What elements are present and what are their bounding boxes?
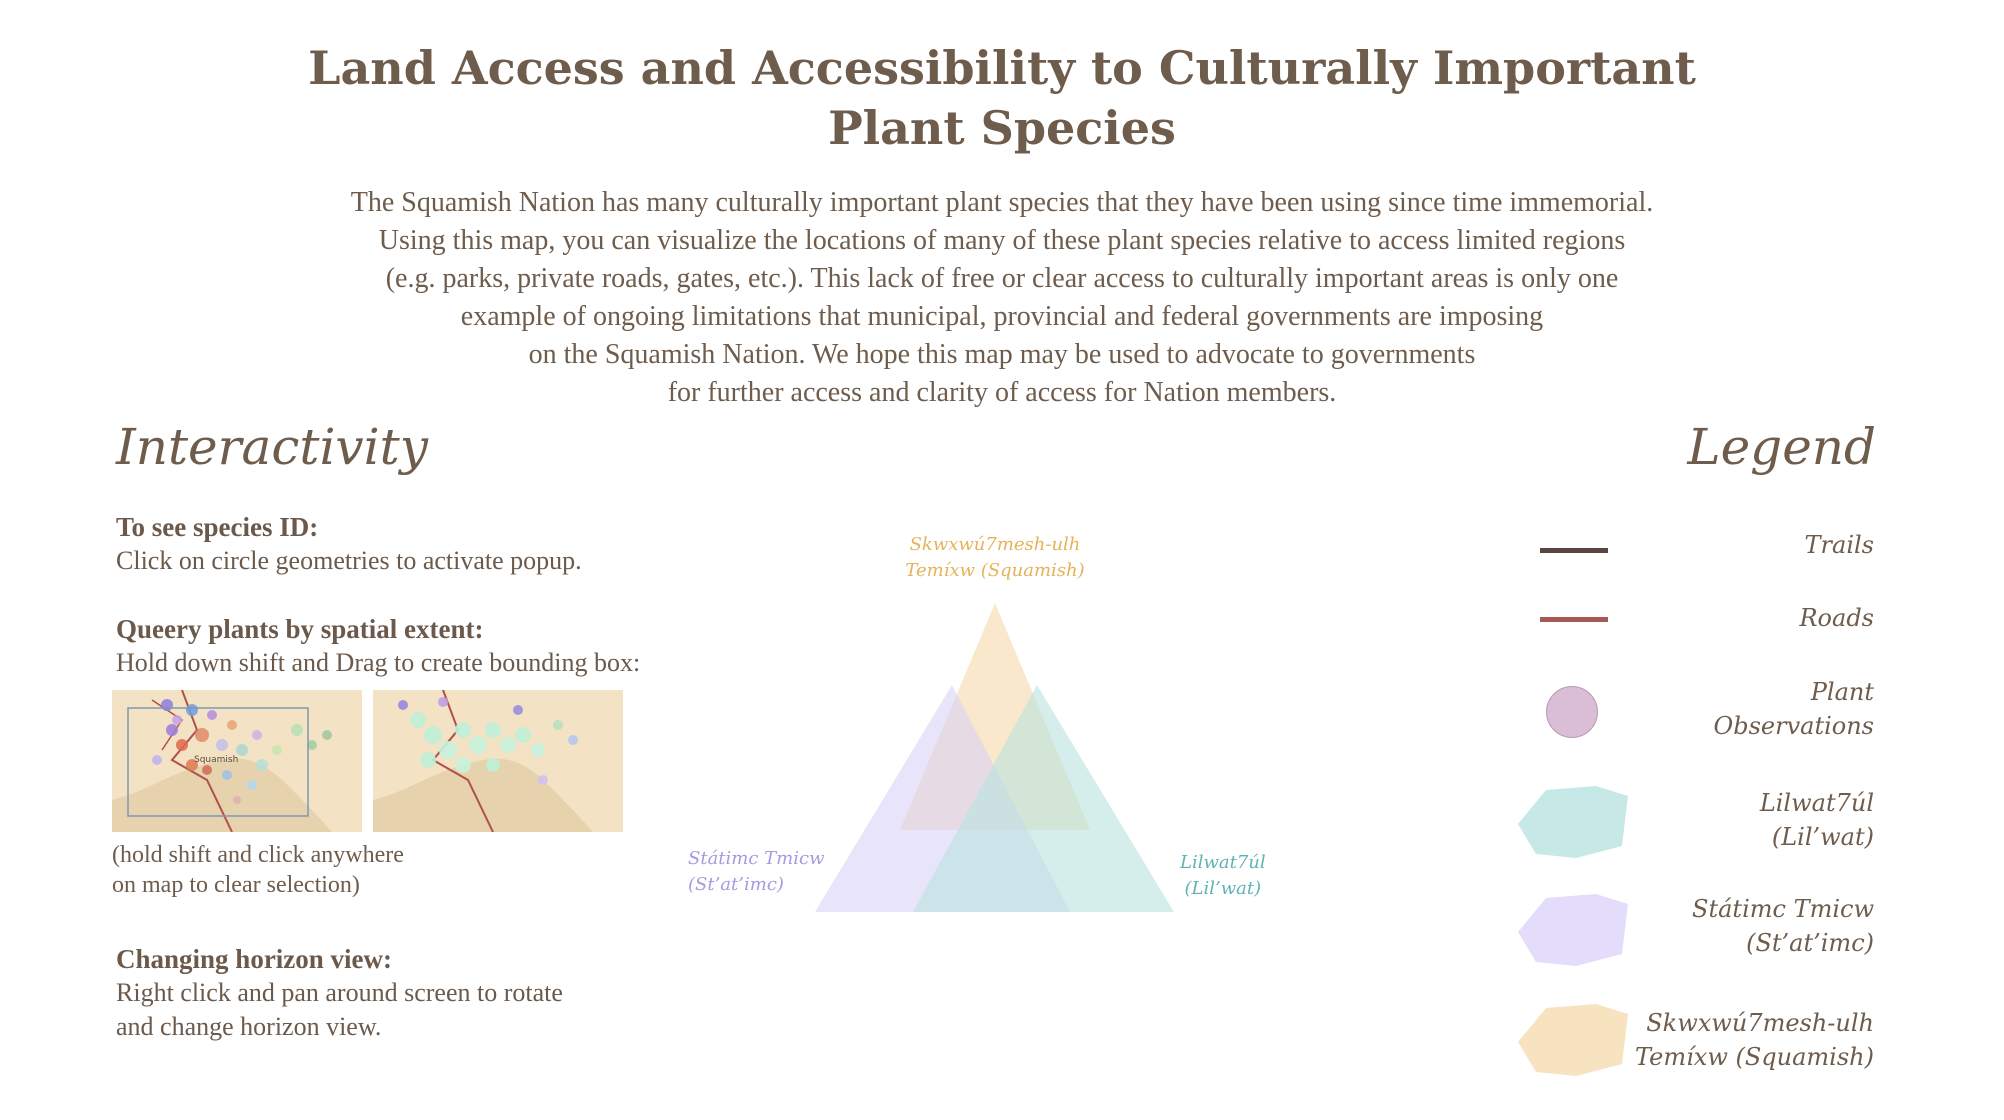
intro-line: The Squamish Nation has many culturally … <box>350 187 1654 218</box>
instruction-title: To see species ID: <box>116 512 319 542</box>
legend-item-trails: Trails <box>1805 528 1874 562</box>
legend-label: Skwxwú7mesh-ulh <box>1646 1009 1874 1037</box>
map-thumbnail-before: Squamish <box>112 690 362 832</box>
legend-label: Trails <box>1804 531 1874 559</box>
legend-item-squamish: Skwxwú7mesh-ulh Temíxw (Squamish) <box>1635 1006 1874 1074</box>
intro-paragraph: The Squamish Nation has many culturally … <box>0 184 2004 412</box>
instruction-body: and change horizon view. <box>116 1012 382 1041</box>
instruction-spatial-query: Queery plants by spatial extent: Hold do… <box>116 612 716 680</box>
legend-label: Plant <box>1810 678 1874 706</box>
intro-line: (e.g. parks, private roads, gates, etc.)… <box>385 263 1619 294</box>
instruction-horizon-view: Changing horizon view: Right click and p… <box>116 942 716 1044</box>
squamish-polygon-swatch <box>1518 1004 1628 1076</box>
legend-item-lilwat: Lilwat7úl (Lil’wat) <box>1760 786 1874 854</box>
caption-line: (hold shift and click anywhere <box>112 842 404 868</box>
intro-line: for further access and clarity of access… <box>667 377 1337 408</box>
legend-heading: Legend <box>1687 418 1876 476</box>
page-title-line2: Plant Species <box>828 101 1176 155</box>
statimc-polygon-swatch <box>1518 894 1628 966</box>
triangle-label-line: Skwxwú7mesh-ulh <box>909 534 1081 555</box>
triangle-label-line: Státimc Tmicw <box>688 848 825 869</box>
territory-overlap-triangle <box>815 603 1174 912</box>
intro-line: example of ongoing limitations that muni… <box>460 301 1544 332</box>
legend-item-statimc: Státimc Tmicw (St’at’imc) <box>1692 892 1874 960</box>
intro-line: on the Squamish Nation. We hope this map… <box>528 339 1476 370</box>
legend-label: Temíxw (Squamish) <box>1635 1043 1874 1071</box>
legend-item-plant-observations: Plant Observations <box>1714 675 1874 743</box>
legend-item-roads: Roads <box>1799 601 1874 635</box>
map-thumbnail-before-graphic: Squamish <box>112 690 362 832</box>
legend-label: Státimc Tmicw <box>1692 895 1874 923</box>
instruction-title: Queery plants by spatial extent: <box>116 614 484 644</box>
instruction-body: Click on circle geometries to activate p… <box>116 546 582 575</box>
clear-selection-caption: (hold shift and click anywhere on map to… <box>112 840 404 900</box>
lilwat-polygon-swatch <box>1518 786 1628 858</box>
triangle-label-line: (St’at’imc) <box>688 874 784 895</box>
thumb-town-label: Squamish <box>194 755 238 765</box>
instruction-species-id: To see species ID: Click on circle geome… <box>116 510 716 578</box>
legend-label: Lilwat7úl <box>1759 789 1874 817</box>
interactivity-heading: Interactivity <box>116 418 429 476</box>
intro-line: Using this map, you can visualize the lo… <box>378 225 1626 256</box>
plant-observation-circle-swatch <box>1546 686 1598 738</box>
trails-line-swatch <box>1540 548 1608 553</box>
triangle-label-line: (Lil’wat) <box>1184 878 1262 899</box>
legend-label: Observations <box>1713 712 1874 740</box>
caption-line: on map to clear selection) <box>112 872 360 898</box>
map-thumbnail-after <box>373 690 623 832</box>
page-title: Land Access and Accessibility to Cultura… <box>0 38 2004 158</box>
legend-label: Roads <box>1799 604 1874 632</box>
legend-label: (Lil’wat) <box>1771 823 1874 851</box>
legend-label: (St’at’imc) <box>1746 929 1874 957</box>
page-title-line1: Land Access and Accessibility to Cultura… <box>308 41 1696 95</box>
instruction-body: Hold down shift and Drag to create bound… <box>116 648 641 677</box>
roads-line-swatch <box>1540 617 1608 622</box>
instruction-title: Changing horizon view: <box>116 944 393 974</box>
triangle-label-lilwat: Lilwat7úl (Lil’wat) <box>1180 850 1266 902</box>
triangle-label-line: Lilwat7úl <box>1180 852 1266 873</box>
triangle-label-line: Temíxw (Squamish) <box>905 560 1085 581</box>
map-thumbnail-after-graphic <box>373 690 623 832</box>
instruction-body: Right click and pan around screen to rot… <box>116 978 563 1007</box>
triangle-label-statimc: Státimc Tmicw (St’at’imc) <box>688 846 824 898</box>
triangle-label-squamish: Skwxwú7mesh-ulh Temíxw (Squamish) <box>880 532 1110 584</box>
